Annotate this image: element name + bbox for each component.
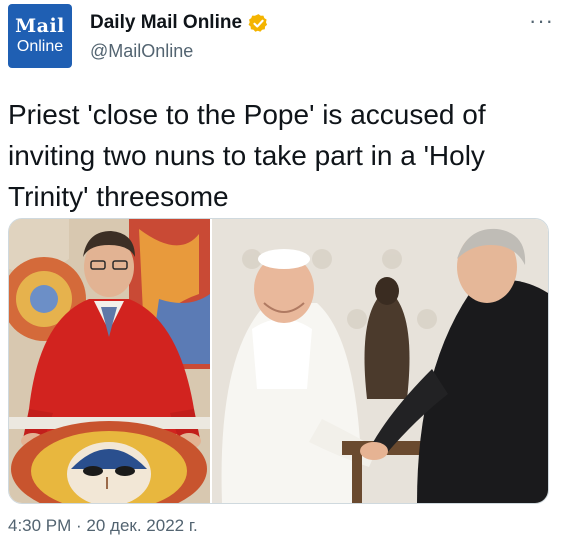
more-options-icon[interactable]: ··· [529, 10, 554, 32]
tweet-text: Priest 'close to the Pope' is accused of… [8, 99, 486, 212]
avatar-logo-line1: Mail [15, 15, 65, 37]
verified-badge-icon [248, 13, 269, 34]
avatar-logo-line2: Online [16, 38, 64, 55]
pope-handshake-photo[interactable] [212, 219, 548, 503]
media-grid [8, 218, 549, 504]
tweet-timestamp[interactable]: 4:30 PM · 20 дек. 2022 г. [8, 516, 198, 536]
handle[interactable]: @MailOnline [90, 41, 193, 62]
name-row: Daily Mail Online [90, 12, 269, 34]
priest-with-mosaic-photo[interactable] [9, 219, 210, 503]
avatar[interactable]: Mail Online [8, 4, 72, 68]
display-name[interactable]: Daily Mail Online [90, 12, 242, 34]
tweet-card: Mail Online Daily Mail Online @MailOnlin… [0, 0, 566, 556]
